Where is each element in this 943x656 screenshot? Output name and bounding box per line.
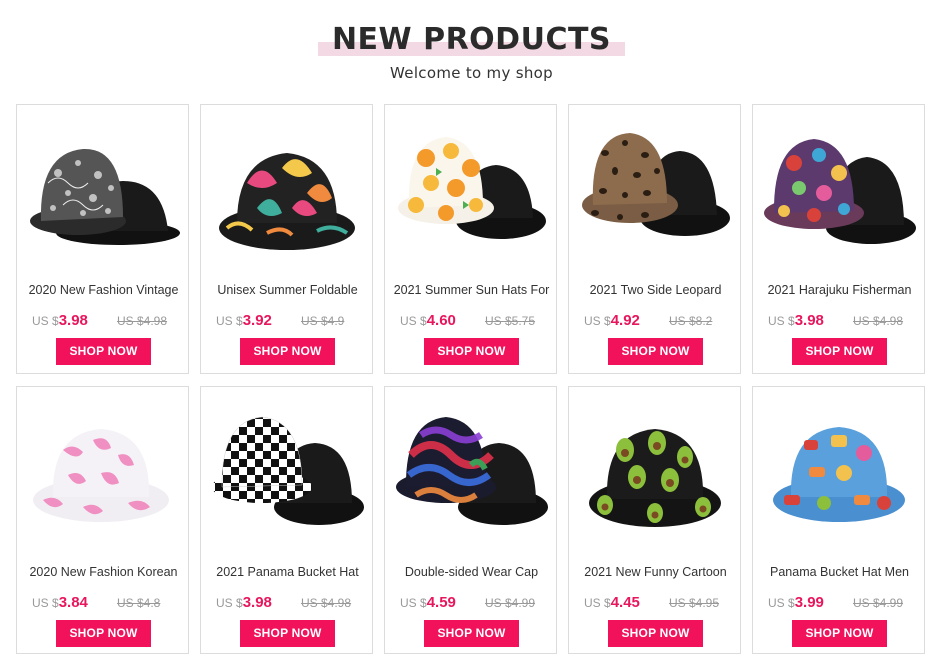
shop-now-button[interactable]: SHOP NOW [424,338,519,365]
product-price: US $3.98 [216,594,272,611]
price-currency: US $ [400,596,427,610]
price-amount: 4.59 [426,594,456,611]
price-currency: US $ [216,314,243,328]
price-currency: US $ [400,314,427,328]
leaf-print-bucket-hat-image[interactable] [207,113,366,263]
paisley-bucket-hat-image[interactable] [23,113,182,263]
product-name[interactable]: Unisex Summer Foldable [201,283,374,297]
price-amount: 4.60 [426,312,456,329]
product-card[interactable]: 2021 Two Side Leopard US $4.92 US $8.2 S… [568,104,741,374]
product-price: US $3.84 [32,594,88,611]
page-subtitle: Welcome to my shop [390,64,553,82]
original-price: US $4.99 [485,596,536,610]
product-name[interactable]: 2021 New Funny Cartoon [569,565,742,579]
product-name[interactable]: 2021 Panama Bucket Hat [201,565,374,579]
shop-now-button[interactable]: SHOP NOW [424,620,519,647]
price-amount: 3.84 [58,594,88,611]
original-price: US $4.99 [853,596,904,610]
original-price: US $4.98 [853,314,904,328]
price-amount: 4.92 [610,312,640,329]
original-price: US $4.98 [301,596,352,610]
product-price: US $4.60 [400,312,456,329]
price-amount: 4.45 [610,594,640,611]
price-amount: 3.98 [794,312,824,329]
product-card[interactable]: Double-sided Wear Cap US $4.59 US $4.99 … [384,386,557,654]
section-header: NEW PRODUCTS Welcome to my shop [0,18,943,82]
price-currency: US $ [216,596,243,610]
original-price: US $5.75 [485,314,536,328]
tie-dye-bucket-hat-image[interactable] [391,395,550,545]
product-price: US $4.45 [584,594,640,611]
original-price: US $4.98 [117,314,168,328]
price-currency: US $ [768,596,795,610]
title-wrap: NEW PRODUCTS [317,18,626,62]
product-price: US $4.59 [400,594,456,611]
page-title: NEW PRODUCTS [331,22,612,57]
shop-now-button[interactable]: SHOP NOW [240,338,335,365]
product-card[interactable]: 2020 New Fashion Vintage US $3.98 US $4.… [16,104,189,374]
original-price: US $8.2 [669,314,713,328]
product-name[interactable]: 2021 Two Side Leopard [569,283,742,297]
product-name[interactable]: Double-sided Wear Cap [385,565,558,579]
product-card[interactable]: 2021 New Funny Cartoon US $4.45 US $4.95… [568,386,741,654]
graffiti-bucket-hat-image[interactable] [759,113,918,263]
product-name[interactable]: 2020 New Fashion Vintage [17,283,190,297]
original-price: US $4.9 [301,314,345,328]
price-amount: 3.92 [242,312,272,329]
product-price: US $3.99 [768,594,824,611]
product-card[interactable]: 2021 Harajuku Fisherman US $3.98 US $4.9… [752,104,925,374]
price-currency: US $ [584,596,611,610]
product-price: US $3.92 [216,312,272,329]
price-currency: US $ [584,314,611,328]
product-card[interactable]: 2020 New Fashion Korean US $3.84 US $4.8… [16,386,189,654]
original-price: US $4.95 [669,596,720,610]
product-name[interactable]: Panama Bucket Hat Men [753,565,926,579]
price-currency: US $ [768,314,795,328]
shop-now-button[interactable]: SHOP NOW [792,338,887,365]
shop-now-button[interactable]: SHOP NOW [56,620,151,647]
shop-now-button[interactable]: SHOP NOW [792,620,887,647]
shop-now-button[interactable]: SHOP NOW [608,338,703,365]
product-price: US $3.98 [768,312,824,329]
product-card[interactable]: 2021 Panama Bucket Hat US $3.98 US $4.98… [200,386,373,654]
avocado-bucket-hat-image[interactable] [575,395,734,545]
product-price: US $4.92 [584,312,640,329]
original-price: US $4.8 [117,596,161,610]
product-grid: 2020 New Fashion Vintage US $3.98 US $4.… [16,104,928,654]
product-card[interactable]: Unisex Summer Foldable US $3.92 US $4.9 … [200,104,373,374]
product-price: US $3.98 [32,312,88,329]
product-card[interactable]: 2021 Summer Sun Hats For US $4.60 US $5.… [384,104,557,374]
product-name[interactable]: 2021 Harajuku Fisherman [753,283,926,297]
checkered-bucket-hat-image[interactable] [207,395,366,545]
food-print-bucket-hat-image[interactable] [759,395,918,545]
product-name[interactable]: 2021 Summer Sun Hats For [385,283,558,297]
shop-now-button[interactable]: SHOP NOW [608,620,703,647]
price-amount: 3.99 [794,594,824,611]
price-amount: 3.98 [242,594,272,611]
product-name[interactable]: 2020 New Fashion Korean [17,565,190,579]
orange-fruit-bucket-hat-image[interactable] [391,113,550,263]
price-amount: 3.98 [58,312,88,329]
pink-cow-bucket-hat-image[interactable] [23,395,182,545]
product-card[interactable]: Panama Bucket Hat Men US $3.99 US $4.99 … [752,386,925,654]
shop-now-button[interactable]: SHOP NOW [240,620,335,647]
leopard-bucket-hat-image[interactable] [575,113,734,263]
price-currency: US $ [32,314,59,328]
shop-now-button[interactable]: SHOP NOW [56,338,151,365]
price-currency: US $ [32,596,59,610]
